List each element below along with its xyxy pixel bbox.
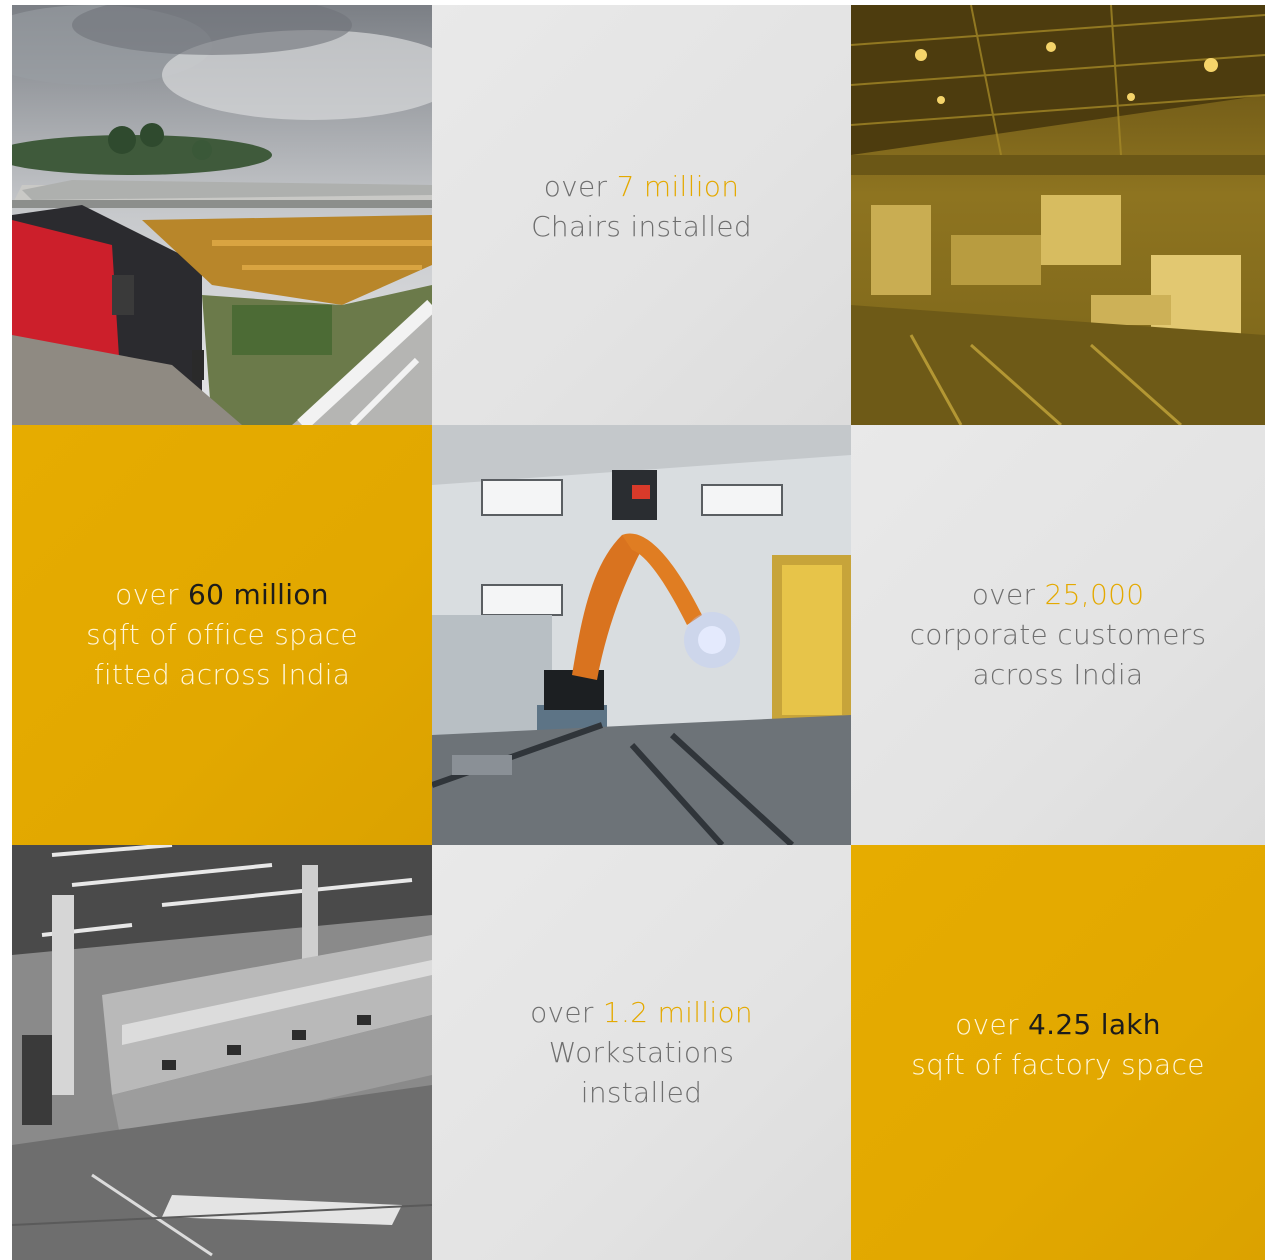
stat-highlight-value: 1.2 million bbox=[602, 995, 753, 1029]
cutting-machine-photo bbox=[12, 845, 432, 1260]
stat-description-line: installed bbox=[580, 1075, 703, 1109]
stat-office-space: over 60 million sqft of office space fit… bbox=[12, 425, 432, 845]
factory-exterior-photo bbox=[12, 5, 432, 425]
stat-prefix: over bbox=[530, 995, 594, 1029]
stat-highlight-value: 25,000 bbox=[1044, 578, 1145, 611]
stat-prefix: over bbox=[543, 170, 608, 203]
stat-corporate-customers: over 25,000 corporate customers across I… bbox=[851, 425, 1265, 845]
stat-chairs-installed: over 7 million Chairs installed bbox=[432, 5, 851, 425]
stat-highlight-value: 60 million bbox=[188, 578, 329, 611]
assembly-floor-image bbox=[851, 5, 1265, 425]
stat-prefix: over bbox=[115, 578, 179, 611]
cutting-machine-image bbox=[12, 845, 432, 1260]
stat-highlight-value: 4.25 lakh bbox=[1028, 1007, 1161, 1041]
stat-description-line: fitted across India bbox=[93, 658, 351, 691]
stats-grid: over 7 million Chairs installed over 60 … bbox=[12, 5, 1265, 1260]
stat-factory-space: over 4.25 lakh sqft of factory space bbox=[851, 845, 1265, 1260]
assembly-floor-photo bbox=[851, 5, 1265, 425]
stat-description-line: Workstations bbox=[548, 1035, 735, 1069]
welding-robot-photo bbox=[432, 425, 851, 845]
stat-description-line: sqft of factory space bbox=[911, 1047, 1205, 1081]
stat-prefix: over bbox=[955, 1007, 1019, 1041]
stat-description-line: Chairs installed bbox=[531, 210, 752, 243]
stat-workstations: over 1.2 million Workstations installed bbox=[432, 845, 851, 1260]
stat-prefix: over bbox=[971, 578, 1036, 611]
stat-highlight-value: 7 million bbox=[616, 170, 740, 203]
factory-exterior-image bbox=[12, 5, 432, 425]
welding-robot-image bbox=[432, 425, 851, 845]
stat-description-line: across India bbox=[972, 658, 1144, 691]
stat-description-line: sqft of office space bbox=[86, 618, 358, 651]
stat-description-line: corporate customers bbox=[909, 618, 1207, 651]
